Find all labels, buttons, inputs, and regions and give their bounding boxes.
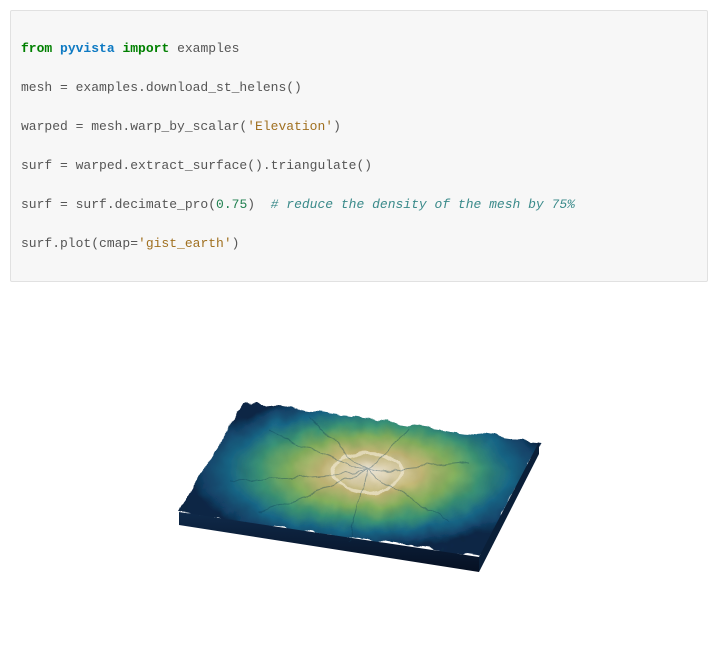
import-name: examples: [177, 41, 239, 56]
string-cmap: 'gist_earth': [138, 236, 232, 251]
keyword-import: import: [122, 41, 169, 56]
number-decimate: 0.75: [216, 197, 247, 212]
terrain-plot: [149, 332, 569, 612]
code-line-2: mesh = examples.download_st_helens(): [21, 78, 697, 98]
code-line-4: surf = warped.extract_surface().triangul…: [21, 156, 697, 176]
module-pyvista: pyvista: [60, 41, 115, 56]
code-line-5: surf = surf.decimate_pro(0.75) # reduce …: [21, 195, 697, 215]
code-line-1: from pyvista import examples: [21, 39, 697, 59]
keyword-from: from: [21, 41, 52, 56]
output-cell: [10, 282, 708, 662]
comment: # reduce the density of the mesh by 75%: [271, 197, 575, 212]
string-elevation: 'Elevation': [247, 119, 333, 134]
code-line-6: surf.plot(cmap='gist_earth'): [21, 234, 697, 254]
code-line-3: warped = mesh.warp_by_scalar('Elevation'…: [21, 117, 697, 137]
code-cell: from pyvista import examples mesh = exam…: [10, 10, 708, 282]
terrain-top: [179, 402, 539, 557]
